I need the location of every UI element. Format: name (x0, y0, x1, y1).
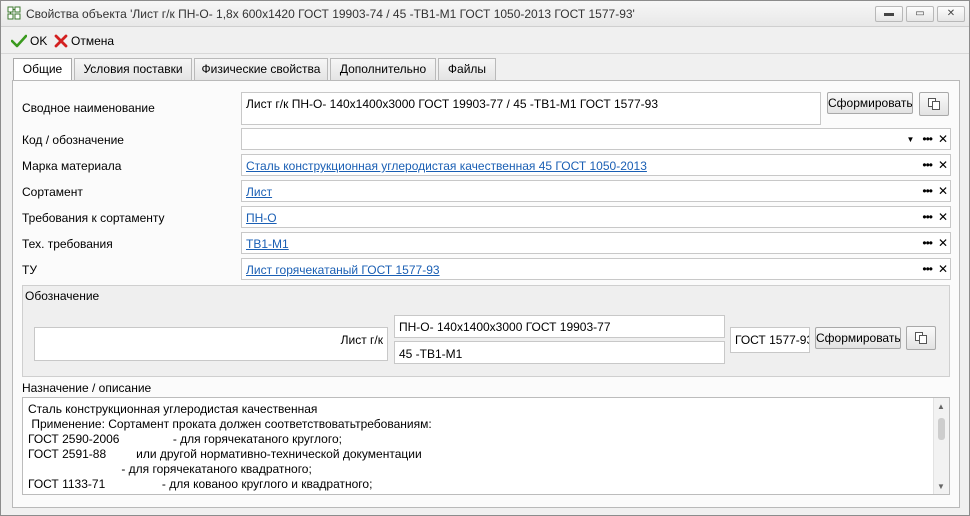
ok-label: OK (30, 34, 48, 48)
summary-name-value: Лист г/к ПН-О- 140х1400х3000 ГОСТ 19903-… (246, 97, 659, 111)
tab-physical-properties[interactable]: Физические свойства (194, 58, 328, 80)
designation-prefix-value: Лист г/к (340, 333, 383, 347)
tech-requirements-label: Тех. требования (22, 237, 113, 251)
clear-icon[interactable]: ✕ (938, 262, 948, 276)
tab-additional[interactable]: Дополнительно (330, 58, 436, 80)
clear-icon[interactable]: ✕ (938, 236, 948, 250)
tab-files[interactable]: Файлы (438, 58, 496, 80)
copy-summary-button[interactable] (919, 92, 949, 116)
summary-name-field[interactable]: Лист г/к ПН-О- 140х1400х3000 ГОСТ 19903-… (241, 92, 821, 125)
object-properties-icon (7, 6, 21, 20)
tab-general[interactable]: Общие (13, 58, 72, 81)
cancel-button[interactable]: Отмена (54, 32, 114, 50)
cancel-label: Отмена (71, 34, 115, 48)
clear-icon[interactable]: ✕ (938, 158, 948, 172)
ok-button[interactable]: OK (11, 32, 47, 50)
copy-icon (928, 98, 940, 110)
clear-icon[interactable]: ✕ (938, 210, 948, 224)
description-line: Сталь конструкционная углеродистая качес… (28, 402, 318, 416)
maximize-button[interactable]: ▭ (906, 6, 934, 22)
scroll-up-icon[interactable]: ▲ (937, 402, 945, 411)
material-field[interactable]: Сталь конструкционная углеродистая качес… (241, 154, 951, 176)
code-field[interactable]: ▼ ••• ✕ (241, 128, 951, 150)
tab-delivery-conditions[interactable]: Условия поставки (74, 58, 192, 80)
check-icon (11, 34, 27, 48)
ellipsis-icon[interactable]: ••• (922, 211, 933, 223)
title-bar: Свойства объекта 'Лист г/к ПН-О- 1,8х 60… (1, 1, 969, 27)
cross-icon (54, 34, 68, 48)
requirements-label: Требования к сортаменту (22, 211, 165, 225)
ellipsis-icon[interactable]: ••• (922, 185, 933, 197)
tu-field[interactable]: Лист горячекатаный ГОСТ 1577-93 ••• ✕ (241, 258, 951, 280)
tech-requirements-field[interactable]: ТВ1-М1 ••• ✕ (241, 232, 951, 254)
tu-label: ТУ (22, 263, 37, 277)
copy-designation-button[interactable] (906, 326, 936, 350)
description-line: ГОСТ 2591-88 или другой нормативно-техни… (28, 447, 422, 461)
description-line: - для горячекатаного квадратного; (28, 462, 312, 476)
scroll-down-icon[interactable]: ▼ (937, 482, 945, 491)
designation-label: Обозначение (25, 289, 100, 303)
designation-standard-value: ГОСТ 1577-93 (735, 333, 810, 347)
toolbar: OK Отмена (1, 28, 969, 54)
copy-icon (915, 332, 927, 344)
assortment-label: Сортамент (22, 185, 83, 199)
form-summary-button[interactable]: Сформировать (827, 92, 913, 114)
designation-standard-field[interactable]: ГОСТ 1577-93 (730, 327, 810, 353)
tech-requirements-link[interactable]: ТВ1-М1 (246, 237, 289, 251)
description-line: ГОСТ 1133-71 - для кованоо круглого и кв… (28, 477, 373, 491)
description-textarea[interactable]: Сталь конструкционная углеродистая качес… (22, 397, 950, 495)
ellipsis-icon[interactable]: ••• (922, 159, 933, 171)
description-line: ГОСТ 2590-2006 - для горячекатаного круг… (28, 432, 342, 446)
clear-icon[interactable]: ✕ (938, 184, 948, 198)
assortment-link[interactable]: Лист (246, 185, 272, 199)
material-link[interactable]: Сталь конструкционная углеродистая качес… (246, 159, 647, 173)
tu-link[interactable]: Лист горячекатаный ГОСТ 1577-93 (246, 263, 440, 277)
description-label: Назначение / описание (22, 381, 152, 395)
requirements-link[interactable]: ПН-О (246, 211, 277, 225)
description-scrollbar[interactable]: ▲ ▼ (933, 398, 949, 494)
form-designation-button[interactable]: Сформировать (815, 327, 901, 349)
window-title: Свойства объекта 'Лист г/к ПН-О- 1,8х 60… (26, 7, 635, 21)
designation-prefix-field[interactable]: Лист г/к (34, 327, 388, 361)
material-label: Марка материала (22, 159, 122, 173)
scroll-thumb[interactable] (938, 418, 945, 440)
designation-top-value: ПН-О- 140х1400х3000 ГОСТ 19903-77 (399, 320, 611, 334)
ellipsis-icon[interactable]: ••• (922, 237, 933, 249)
ellipsis-icon[interactable]: ••• (922, 133, 933, 145)
designation-top-field[interactable]: ПН-О- 140х1400х3000 ГОСТ 19903-77 (394, 315, 725, 338)
description-line: Применение: Сортамент проката должен соо… (28, 417, 432, 431)
designation-bottom-value: 45 -ТВ1-М1 (399, 347, 463, 361)
summary-name-label: Сводное наименование (22, 101, 155, 115)
designation-bottom-field[interactable]: 45 -ТВ1-М1 (394, 341, 725, 364)
requirements-field[interactable]: ПН-О ••• ✕ (241, 206, 951, 228)
code-label: Код / обозначение (22, 133, 124, 147)
assortment-field[interactable]: Лист ••• ✕ (241, 180, 951, 202)
ellipsis-icon[interactable]: ••• (922, 263, 933, 275)
properties-window: Свойства объекта 'Лист г/к ПН-О- 1,8х 60… (0, 0, 970, 516)
clear-icon[interactable]: ✕ (938, 132, 948, 146)
close-button[interactable]: ✕ (937, 6, 965, 22)
minimize-button[interactable]: ▬ (875, 6, 903, 22)
chevron-down-icon[interactable]: ▼ (906, 135, 914, 144)
